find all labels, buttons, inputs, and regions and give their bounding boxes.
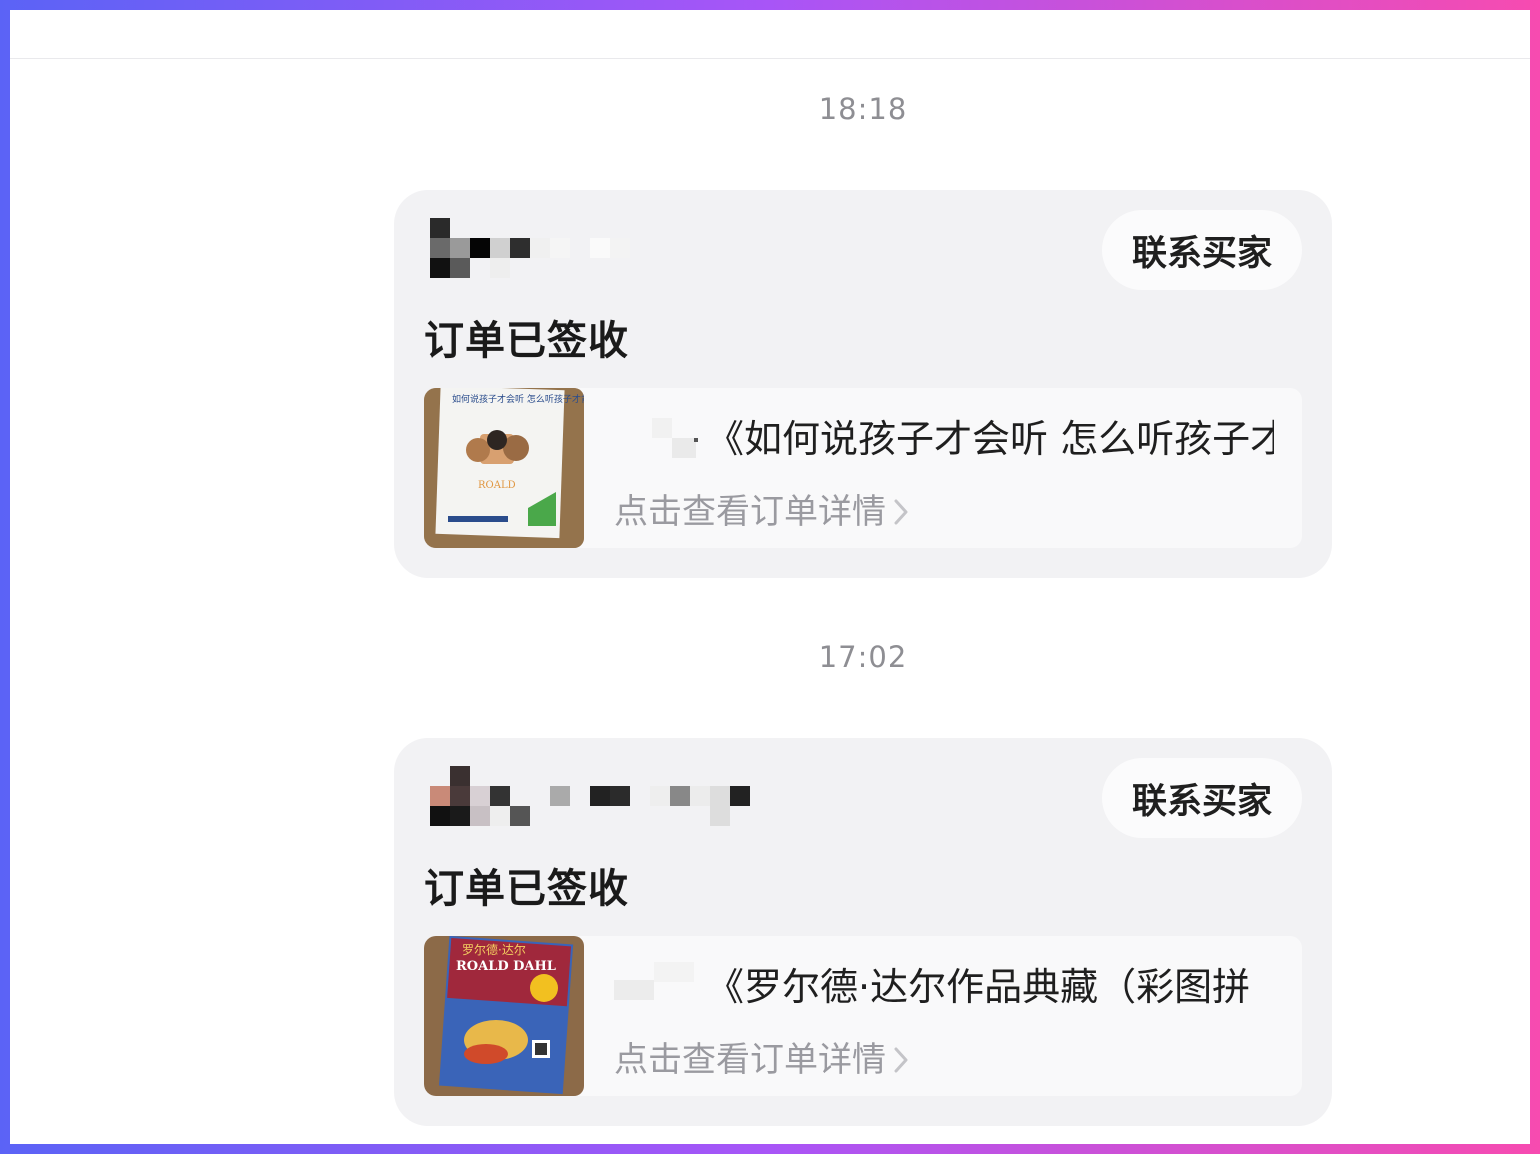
contact-buyer-button[interactable]: 联系买家 xyxy=(1102,758,1302,838)
order-item-link[interactable]: 罗尔德·达尔 ROALD DAHL 《罗尔德·达尔作品典藏（彩图拼 点击查看订单… xyxy=(424,936,1302,1096)
product-title-text: 《罗尔德·达尔作品典藏（彩图拼 xyxy=(706,965,1251,1008)
chat-window: 18:18 联系买家 订单已签收 如何说孩子才会听 怎么听孩子才 ROALD 《… xyxy=(10,10,1530,1144)
view-order-details-link[interactable]: 点击查看订单详情 xyxy=(614,484,908,534)
chevron-right-icon xyxy=(894,1042,908,1082)
view-order-details-label: 点击查看订单详情 xyxy=(614,1040,886,1080)
message-timestamp: 17:02 xyxy=(818,640,908,674)
contact-buyer-button[interactable]: 联系买家 xyxy=(1102,210,1302,290)
product-title: 《如何说孩子才会听 怎么听孩子才 xyxy=(614,408,1274,460)
order-status-title: 订单已签收 xyxy=(424,318,629,364)
order-notification-card: 联系买家 订单已签收 如何说孩子才会听 怎么听孩子才肯说 ROALD xyxy=(394,190,1332,578)
buyer-name-mosaic xyxy=(430,766,760,826)
product-thumbnail: 罗尔德·达尔 ROALD DAHL xyxy=(424,936,584,1096)
product-title: 《罗尔德·达尔作品典藏（彩图拼 xyxy=(614,956,1274,1008)
buyer-name-mosaic xyxy=(430,218,760,278)
view-order-details-link[interactable]: 点击查看订单详情 xyxy=(614,1032,908,1082)
view-order-details-label: 点击查看订单详情 xyxy=(614,492,886,532)
top-bar xyxy=(10,10,1530,59)
order-notification-card: 联系买家 订单已签收 罗尔德·达尔 ROALD DAHL 《罗尔德·达尔作品典藏… xyxy=(394,738,1332,1126)
order-item-link[interactable]: 如何说孩子才会听 怎么听孩子才肯说 ROALD 《如何说孩子才会听 怎么听孩子才… xyxy=(424,388,1302,548)
product-title-text: 《如何说孩子才会听 怎么听孩子才 xyxy=(706,417,1274,460)
svg-text:ROALD DAHL: ROALD DAHL xyxy=(456,959,556,974)
cover-title-text: 如何说孩子才会听 怎么听孩子才肯说 xyxy=(452,393,584,405)
product-thumbnail: 如何说孩子才会听 怎么听孩子才肯说 ROALD xyxy=(424,388,584,548)
chevron-right-icon xyxy=(894,494,908,534)
cover-title-text: 罗尔德·达尔 xyxy=(462,942,526,957)
order-status-title: 订单已签收 xyxy=(424,866,629,912)
svg-text:ROALD: ROALD xyxy=(478,480,516,491)
message-timestamp: 18:18 xyxy=(818,92,908,126)
